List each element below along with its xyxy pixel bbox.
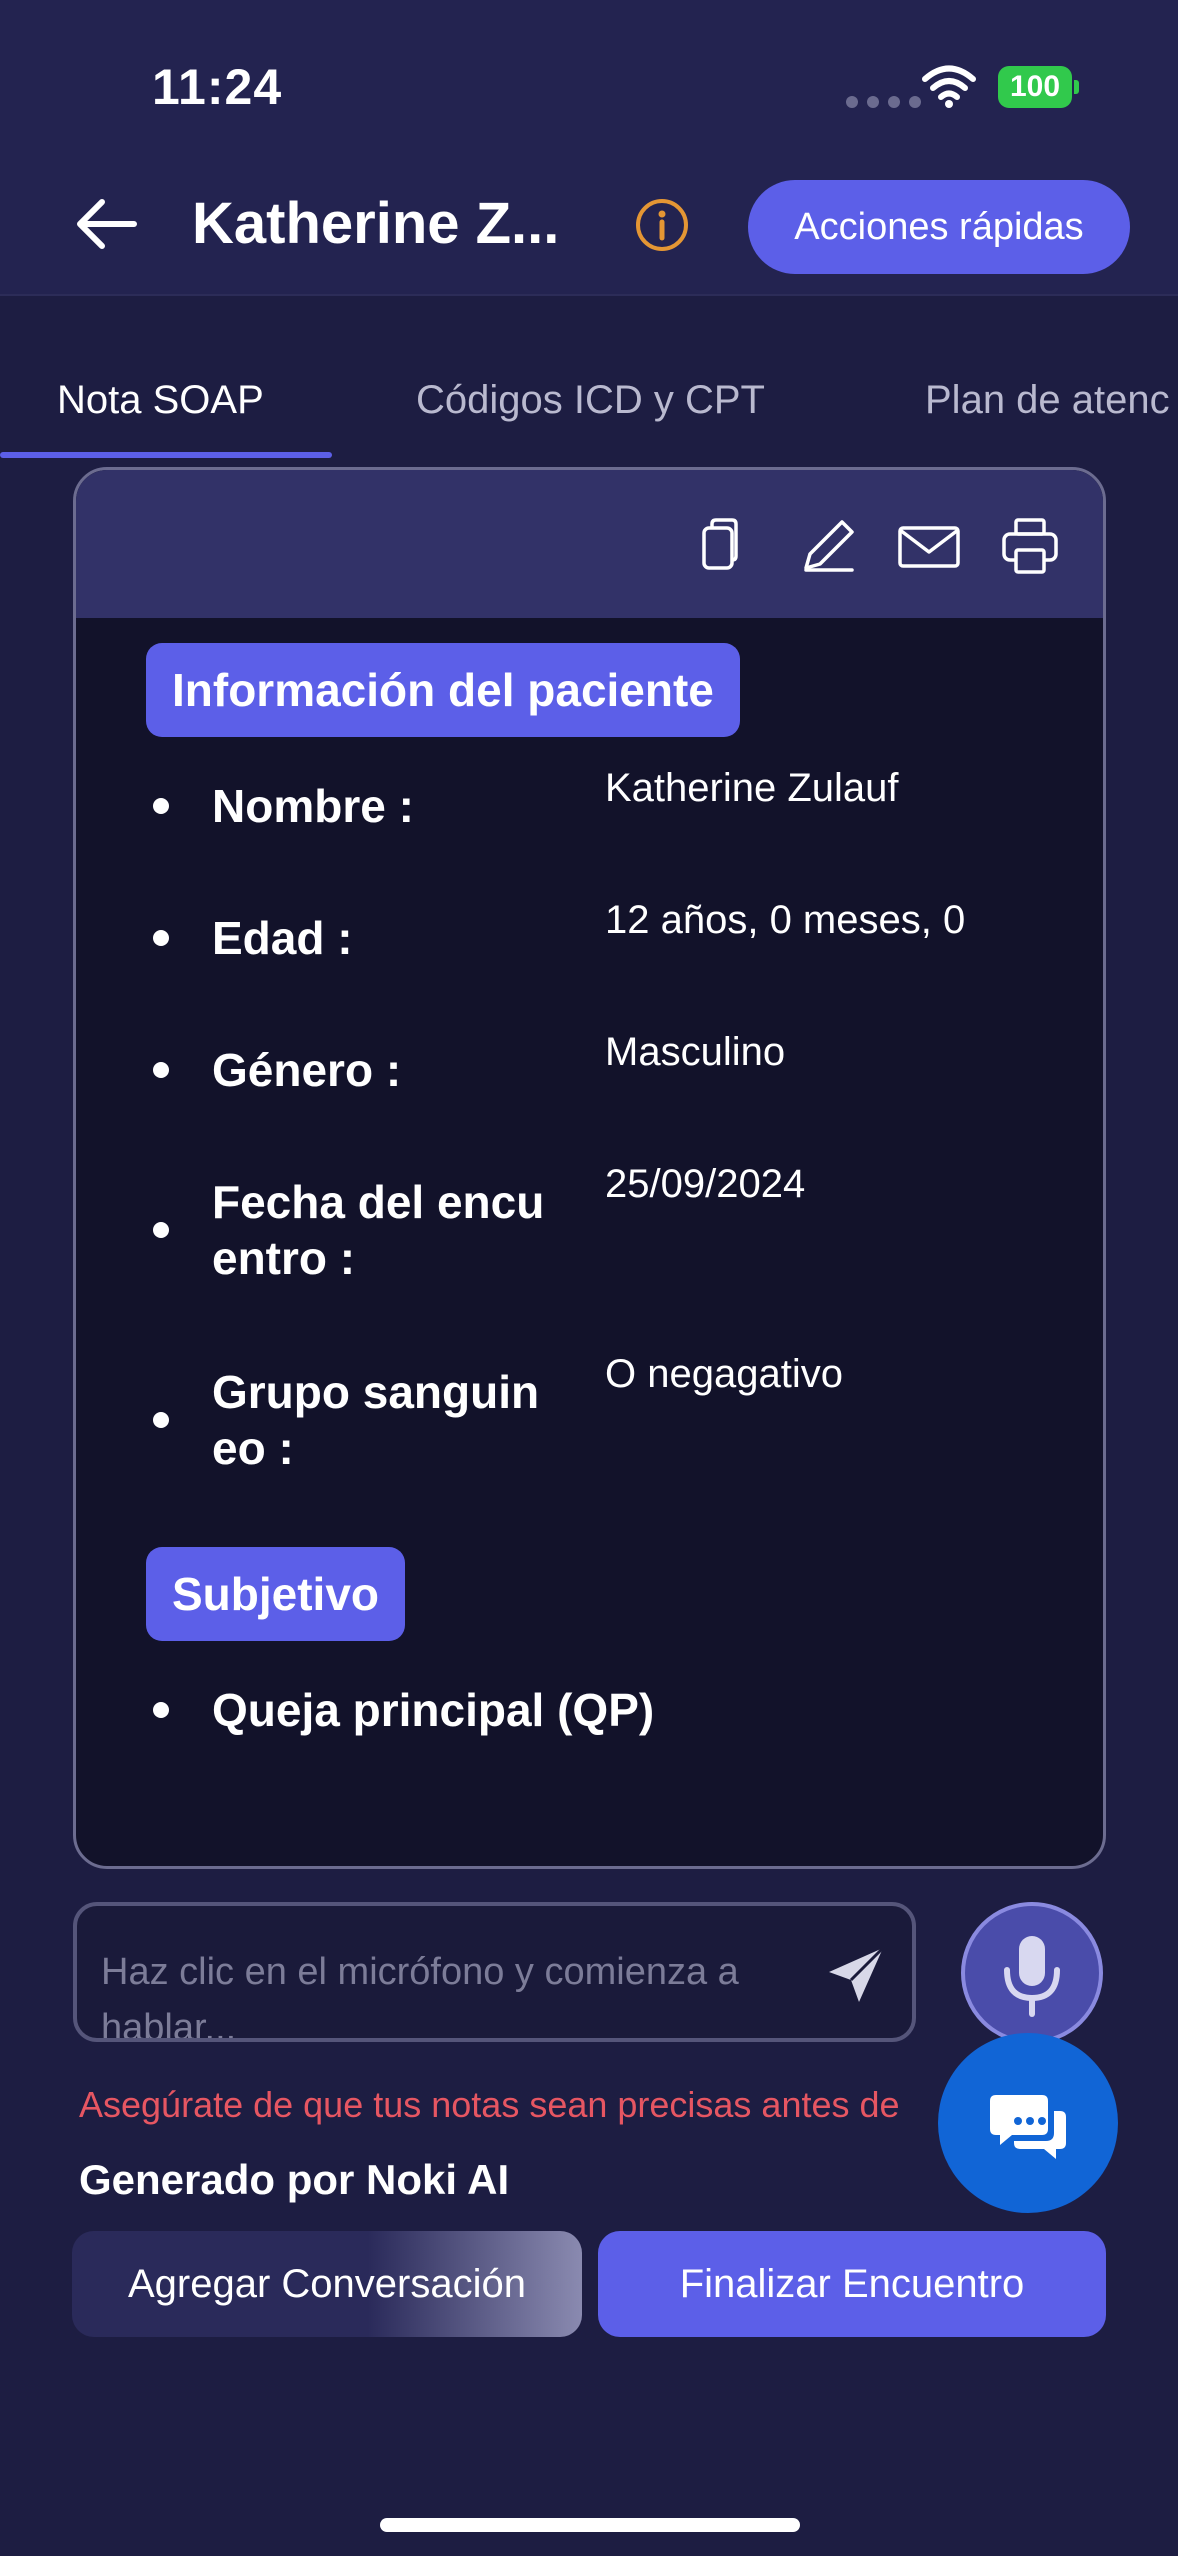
- battery-icon: 100: [998, 66, 1079, 108]
- send-icon[interactable]: [823, 1942, 889, 2008]
- mail-icon[interactable]: [894, 514, 964, 578]
- dictation-placeholder: Haz clic en el micrófono y comienza a ha…: [101, 1951, 739, 2042]
- app-screen: 11:24 100 Katherine Z... Acciones rápida…: [0, 0, 1178, 2556]
- status-bar: 11:24 100: [0, 0, 1178, 150]
- tab-care-plan[interactable]: Plan de atenc: [925, 378, 1170, 423]
- quick-actions-button[interactable]: Acciones rápidas: [748, 180, 1130, 274]
- copy-icon[interactable]: [690, 514, 754, 578]
- field-label: Género :: [212, 1044, 402, 1096]
- finish-encounter-button[interactable]: Finalizar Encuentro: [598, 2231, 1106, 2337]
- field-value: Katherine Zulauf: [605, 766, 899, 810]
- patient-info-section-title: Información del paciente: [146, 643, 740, 737]
- field-label: Queja principal (QP): [212, 1684, 655, 1736]
- soap-note-card: Información del paciente Nombre : Kather…: [73, 467, 1106, 1869]
- field-value: 25/09/2024: [605, 1162, 806, 1206]
- field-value: 12 años, 0 meses, 0: [605, 898, 966, 942]
- edit-icon[interactable]: [796, 514, 860, 578]
- add-conversation-button[interactable]: Agregar Conversación: [72, 2231, 582, 2337]
- status-time: 11:24: [152, 59, 283, 115]
- chat-fab-button[interactable]: [938, 2033, 1118, 2213]
- card-toolbar: [76, 470, 1103, 618]
- wifi-icon: [922, 65, 976, 108]
- app-header: Katherine Z... Acciones rápidas: [0, 150, 1178, 296]
- accuracy-warning: Asegúrate de que tus notas sean precisas…: [79, 2084, 900, 2125]
- tab-icd-cpt-codes[interactable]: Códigos ICD y CPT: [416, 378, 765, 423]
- tab-soap-note[interactable]: Nota SOAP: [57, 378, 264, 423]
- generated-by-label: Generado por Noki AI: [79, 2156, 510, 2203]
- chat-bubbles-icon: [990, 2095, 1066, 2159]
- info-icon[interactable]: [634, 197, 690, 253]
- field-value: O negagativo: [605, 1352, 843, 1396]
- tab-bar: Nota SOAP Códigos ICD y CPT Plan de aten…: [0, 366, 1178, 462]
- field-label: Grupo sanguin eo :: [212, 1366, 540, 1474]
- print-icon[interactable]: [998, 514, 1062, 578]
- field-label: Nombre :: [212, 780, 414, 832]
- battery-level: 100: [998, 66, 1072, 108]
- microphone-icon: [1004, 1936, 1060, 2017]
- back-arrow-icon[interactable]: [72, 196, 142, 252]
- microphone-button[interactable]: [961, 1902, 1103, 2044]
- page-title: Katherine Z...: [192, 191, 560, 256]
- cellular-signal-icon: [846, 96, 921, 108]
- home-indicator[interactable]: [380, 2518, 800, 2532]
- active-tab-indicator: [0, 452, 332, 458]
- field-label: Fecha del encu entro :: [212, 1176, 545, 1284]
- field-value: Masculino: [605, 1030, 786, 1074]
- subjective-section-title: Subjetivo: [146, 1547, 406, 1641]
- dictation-input[interactable]: Haz clic en el micrófono y comienza a ha…: [73, 1902, 916, 2042]
- field-label: Edad :: [212, 912, 353, 964]
